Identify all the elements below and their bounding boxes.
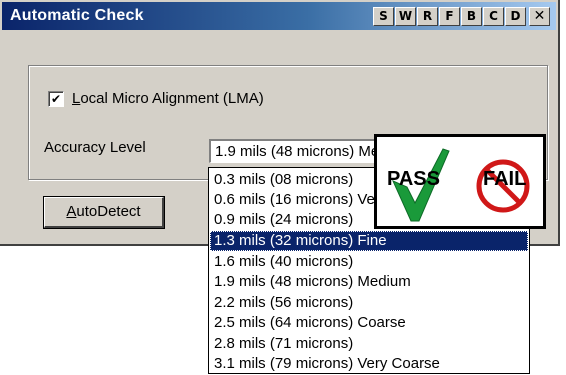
autodetect-label: utoDetect — [76, 203, 141, 220]
dropdown-option[interactable]: 1.6 mils (40 microns) — [210, 252, 528, 272]
dropdown-option[interactable]: 3.1 mils (79 microns) Very Coarse — [210, 354, 528, 374]
dropdown-option[interactable]: 2.5 mils (64 microns) Coarse — [210, 313, 528, 333]
autodetect-button[interactable]: AutoDetect — [43, 196, 165, 229]
lma-label-text: ocal Micro Alignment (LMA) — [80, 90, 264, 107]
accuracy-level-value: 1.9 mils (48 microns) Medium — [215, 143, 378, 160]
autodetect-mnemonic: A — [66, 203, 77, 220]
pass-fail-overlay: PASS FAIL — [374, 134, 546, 229]
window-title: Automatic Check — [10, 7, 144, 24]
accuracy-level-label: Accuracy Level — [44, 139, 146, 156]
title-button-s[interactable]: S — [373, 7, 394, 26]
close-icon[interactable]: ✕ — [529, 7, 550, 26]
title-button-w[interactable]: W — [395, 7, 416, 26]
title-button-f[interactable]: F — [439, 7, 460, 26]
title-button-r[interactable]: R — [417, 7, 438, 26]
title-button-b[interactable]: B — [461, 7, 482, 26]
dropdown-option[interactable]: 2.8 mils (71 microns) — [210, 334, 528, 354]
title-button-c[interactable]: C — [483, 7, 504, 26]
accuracy-level-select[interactable]: 1.9 mils (48 microns) Medium — [209, 139, 379, 163]
lma-checkbox[interactable]: ✔ — [48, 91, 64, 107]
fail-label: FAIL — [483, 168, 527, 190]
title-bar[interactable]: Automatic Check S W R F B C D ✕ — [2, 2, 556, 30]
title-bar-buttons: S W R F B C D ✕ — [373, 7, 550, 26]
dropdown-option-selected[interactable]: 1.3 mils (32 microns) Fine — [210, 231, 528, 251]
dropdown-option[interactable]: 2.2 mils (56 microns) — [210, 293, 528, 313]
lma-checkbox-label[interactable]: Local Micro Alignment (LMA) — [72, 90, 264, 107]
title-button-d[interactable]: D — [505, 7, 526, 26]
dropdown-option[interactable]: 1.9 mils (48 microns) Medium — [210, 272, 528, 292]
pass-label: PASS — [387, 168, 440, 190]
